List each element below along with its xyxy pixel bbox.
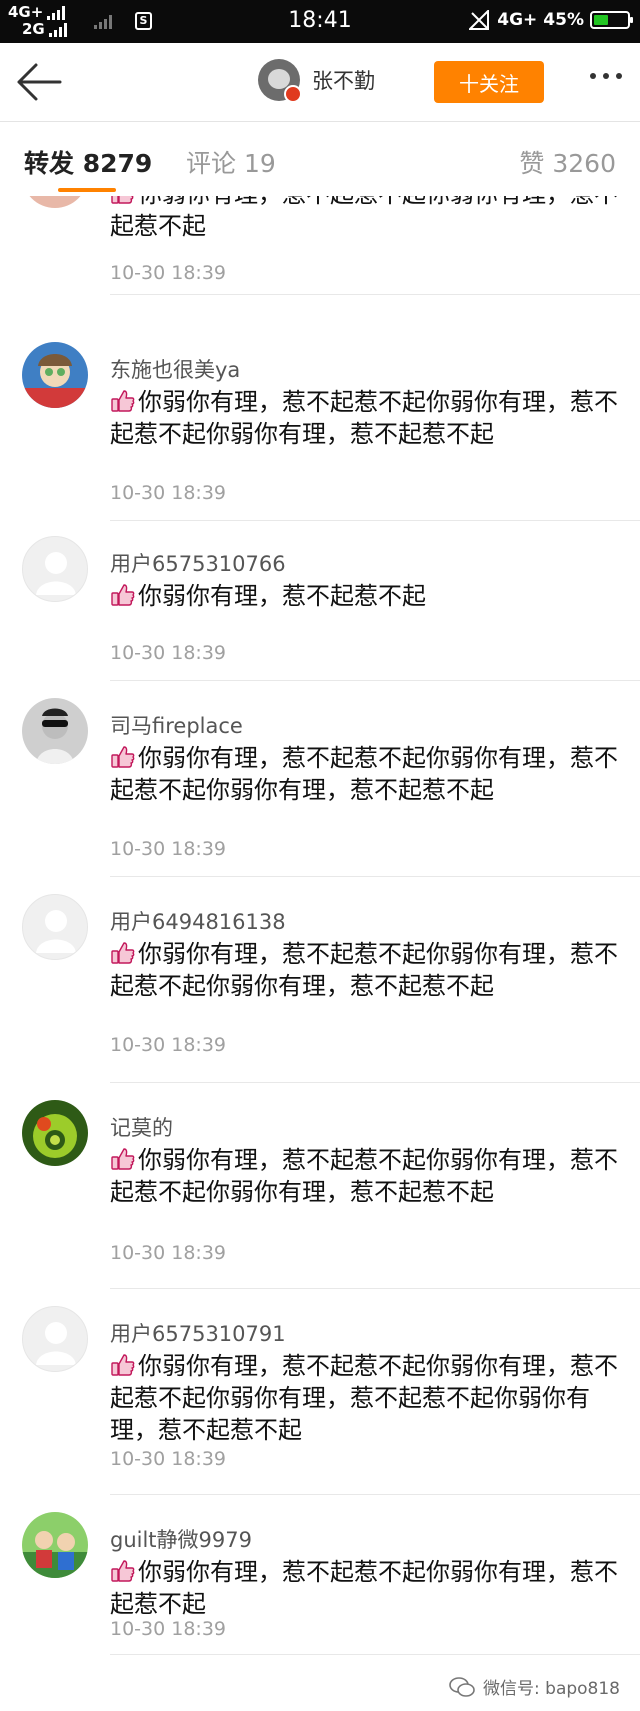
repost-text: 你弱你有理，惹不起惹不起你弱你有理，惹不起惹不起你弱你有理，惹不起惹不起 <box>110 386 622 450</box>
default-avatar[interactable] <box>22 894 88 960</box>
user-avatar[interactable] <box>22 1512 88 1578</box>
active-tab-indicator <box>58 188 116 192</box>
repost-text-body: 你弱你有理，惹不起惹不起 <box>138 582 426 610</box>
timestamp: 10-30 18:39 <box>110 1034 227 1056</box>
timestamp: 10-30 18:39 <box>110 482 227 504</box>
repost-text: 你弱你有理，惹不起惹不起 <box>110 580 622 612</box>
thumbs-up-icon <box>111 584 135 606</box>
username[interactable]: guilt静微9979 <box>110 1524 252 1554</box>
follow-button-label: 十关注 <box>459 71 519 96</box>
thumbs-up-icon <box>111 390 135 412</box>
user-avatar[interactable] <box>22 698 88 764</box>
divider <box>110 1288 640 1289</box>
tab-comments[interactable]: 评论 19 <box>186 144 276 180</box>
default-avatar[interactable] <box>22 1306 88 1372</box>
timestamp: 10-30 18:39 <box>110 262 227 284</box>
username[interactable]: 记莫的 <box>110 1112 173 1142</box>
divider <box>110 1654 640 1655</box>
top-navigation-bar: 张不勤 十关注 <box>0 43 640 122</box>
username[interactable]: 东施也很美ya <box>110 354 240 384</box>
repost-text-body: 你弱你有理，惹不起惹不起你弱你有理，惹不起惹不起你弱你有理，惹不起惹不起 <box>110 744 618 804</box>
back-arrow-icon[interactable] <box>14 59 64 105</box>
repost-list[interactable]: 全幼儿园最可爱qqq你弱你有理，惹不起惹不起你弱你有理，惹不起惹不起10-30 … <box>0 196 640 1711</box>
repost-text-body: 你弱你有理，惹不起惹不起你弱你有理，惹不起惹不起你弱你有理，惹不起惹不起 <box>110 388 618 448</box>
watermark: 微信号: bapo818 <box>445 1672 624 1701</box>
repost-text-body: 你弱你有理，惹不起惹不起你弱你有理，惹不起惹不起 <box>110 1558 618 1618</box>
author-info[interactable]: 张不勤 <box>258 59 375 103</box>
username[interactable]: 用户6575310766 <box>110 548 286 578</box>
thumbs-up-icon <box>111 746 135 768</box>
tab-likes[interactable]: 赞 3260 <box>519 144 616 180</box>
timestamp: 10-30 18:39 <box>110 1242 227 1264</box>
repost-text-body: 你弱你有理，惹不起惹不起你弱你有理，惹不起惹不起你弱你有理，惹不起惹不起你弱你有… <box>110 1352 618 1444</box>
thumbs-up-icon <box>111 196 134 204</box>
repost-text: 你弱你有理，惹不起惹不起你弱你有理，惹不起惹不起 <box>110 1556 622 1620</box>
more-options-icon[interactable] <box>590 73 622 79</box>
network-type-right: 4G+ <box>497 10 538 30</box>
divider <box>110 1494 640 1495</box>
author-name[interactable]: 张不勤 <box>312 65 375 95</box>
tab-reposts[interactable]: 转发 8279 <box>24 144 152 180</box>
repost-text-body: 你弱你有理，惹不起惹不起你弱你有理，惹不起惹不起你弱你有理，惹不起惹不起 <box>110 940 618 1000</box>
timestamp: 10-30 18:39 <box>110 1618 227 1640</box>
user-avatar[interactable] <box>22 342 88 408</box>
follow-button[interactable]: 十关注 <box>434 61 544 103</box>
default-avatar[interactable] <box>22 536 88 602</box>
divider <box>110 876 640 877</box>
watermark-text: 微信号: bapo818 <box>483 1679 620 1699</box>
divider <box>110 1082 640 1083</box>
username[interactable]: 用户6494816138 <box>110 906 286 936</box>
battery-icon <box>590 11 633 29</box>
divider <box>110 294 640 295</box>
user-avatar[interactable] <box>22 196 88 208</box>
thumbs-up-icon <box>111 1148 135 1170</box>
repost-text-body: 你弱你有理，惹不起惹不起你弱你有理，惹不起惹不起 <box>110 196 618 240</box>
username[interactable]: 用户6575310791 <box>110 1318 286 1348</box>
repost-text: 你弱你有理，惹不起惹不起你弱你有理，惹不起惹不起你弱你有理，惹不起惹不起你弱你有… <box>110 1350 622 1446</box>
divider <box>110 520 640 521</box>
battery-fill <box>594 15 609 25</box>
timestamp: 10-30 18:39 <box>110 838 227 860</box>
author-avatar[interactable] <box>258 59 302 103</box>
username[interactable]: 司马fireplace <box>110 710 243 740</box>
status-bar: 4G+ 2G S 18:41 4G+ 45% <box>0 0 640 43</box>
divider <box>110 680 640 681</box>
battery-percent: 45% <box>543 10 584 30</box>
wechat-logo-icon <box>449 1676 475 1697</box>
user-avatar[interactable] <box>22 1100 88 1166</box>
repost-text: 你弱你有理，惹不起惹不起你弱你有理，惹不起惹不起你弱你有理，惹不起惹不起 <box>110 938 622 1002</box>
verified-badge-icon <box>284 85 302 103</box>
thumbs-up-icon <box>111 1560 135 1582</box>
tab-bar: 转发 8279 评论 19 赞 3260 <box>0 122 640 196</box>
repost-text-body: 你弱你有理，惹不起惹不起你弱你有理，惹不起惹不起你弱你有理，惹不起惹不起 <box>110 1146 618 1206</box>
repost-text: 你弱你有理，惹不起惹不起你弱你有理，惹不起惹不起你弱你有理，惹不起惹不起 <box>110 1144 622 1208</box>
thumbs-up-icon <box>111 942 135 964</box>
timestamp: 10-30 18:39 <box>110 1448 227 1470</box>
wifi-off-icon <box>469 10 490 30</box>
repost-text: 你弱你有理，惹不起惹不起你弱你有理，惹不起惹不起你弱你有理，惹不起惹不起 <box>110 742 622 806</box>
thumbs-up-icon <box>111 1354 135 1376</box>
timestamp: 10-30 18:39 <box>110 642 227 664</box>
repost-text: 你弱你有理，惹不起惹不起你弱你有理，惹不起惹不起 <box>110 196 622 242</box>
